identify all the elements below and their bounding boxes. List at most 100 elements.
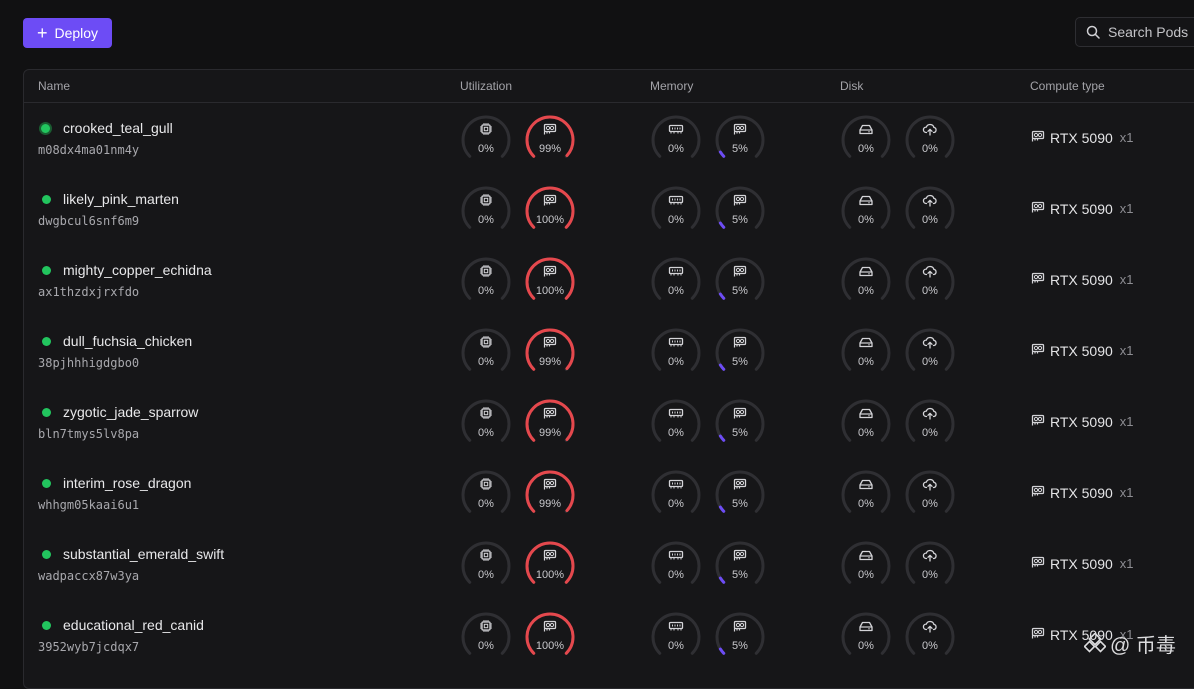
pod-name[interactable]: dull_fuchsia_chicken xyxy=(63,333,192,349)
ram-usage-gauge[interactable]: 0% xyxy=(650,256,702,308)
deploy-button[interactable]: + Deploy xyxy=(23,18,112,48)
gpu-utilization-gauge[interactable]: 100% xyxy=(524,256,576,308)
gauge-percent: 0% xyxy=(668,143,684,155)
cpu-utilization-gauge[interactable]: 0% xyxy=(460,469,512,521)
container-disk-gauge[interactable]: 0% xyxy=(840,256,892,308)
column-header-name[interactable]: Name xyxy=(38,79,70,93)
table-row[interactable]: likely_pink_marten dwgbcul6snf6m9 0% 100%… xyxy=(24,174,1194,245)
status-indicator xyxy=(42,479,51,488)
status-indicator xyxy=(42,195,51,204)
table-row[interactable]: interim_rose_dragon whhgm05kaai6u1 0% 99%… xyxy=(24,458,1194,529)
table-row[interactable]: mighty_copper_echidna ax1thzdxjrxfdo 0% 1… xyxy=(24,245,1194,316)
cloud-upload-icon xyxy=(922,264,938,278)
memory-stick-icon xyxy=(668,264,684,278)
vram-usage-gauge[interactable]: 5% xyxy=(714,398,766,450)
cpu-utilization-gauge[interactable]: 0% xyxy=(460,611,512,663)
container-disk-gauge[interactable]: 0% xyxy=(840,611,892,663)
gpu-utilization-gauge[interactable]: 100% xyxy=(524,185,576,237)
ram-usage-gauge[interactable]: 0% xyxy=(650,469,702,521)
ram-usage-gauge[interactable]: 0% xyxy=(650,185,702,237)
gauge-percent: 0% xyxy=(668,285,684,297)
pod-name[interactable]: mighty_copper_echidna xyxy=(63,262,212,278)
ram-usage-gauge[interactable]: 0% xyxy=(650,611,702,663)
cpu-utilization-gauge[interactable]: 0% xyxy=(460,114,512,166)
vram-usage-gauge[interactable]: 5% xyxy=(714,327,766,379)
cpu-chip-icon xyxy=(478,619,494,633)
volume-disk-gauge[interactable]: 0% xyxy=(904,469,956,521)
ram-usage-gauge[interactable]: 0% xyxy=(650,327,702,379)
volume-disk-gauge[interactable]: 0% xyxy=(904,114,956,166)
cpu-utilization-gauge[interactable]: 0% xyxy=(460,540,512,592)
vram-usage-gauge[interactable]: 5% xyxy=(714,185,766,237)
table-row[interactable]: substantial_emerald_swift wadpaccx87w3ya … xyxy=(24,529,1194,600)
ram-usage-gauge[interactable]: 0% xyxy=(650,540,702,592)
gpu-card-icon xyxy=(542,122,558,136)
compute-type: RTX 5090 x1 xyxy=(1030,200,1134,217)
cpu-utilization-gauge[interactable]: 0% xyxy=(460,185,512,237)
column-header-disk[interactable]: Disk xyxy=(840,79,863,93)
gpu-model: RTX 5090 xyxy=(1050,129,1113,146)
vram-usage-gauge[interactable]: 5% xyxy=(714,611,766,663)
pods-table: Name Utilization Memory Disk Compute typ… xyxy=(23,69,1194,689)
gauge-percent: 5% xyxy=(732,640,748,652)
pod-name[interactable]: crooked_teal_gull xyxy=(63,120,173,136)
gpu-utilization-gauge[interactable]: 100% xyxy=(524,611,576,663)
volume-disk-gauge[interactable]: 0% xyxy=(904,256,956,308)
cpu-utilization-gauge[interactable]: 0% xyxy=(460,398,512,450)
gauge-percent: 0% xyxy=(858,640,874,652)
gpu-card-icon xyxy=(1030,342,1046,359)
table-row[interactable]: educational_red_canid 3952wyb7jcdqx7 0% 1… xyxy=(24,600,1194,671)
gauge-percent: 0% xyxy=(922,214,938,226)
pod-name[interactable]: likely_pink_marten xyxy=(63,191,179,207)
gauge-percent: 0% xyxy=(478,569,494,581)
cpu-utilization-gauge[interactable]: 0% xyxy=(460,256,512,308)
pod-name[interactable]: substantial_emerald_swift xyxy=(63,546,224,562)
column-header-memory[interactable]: Memory xyxy=(650,79,693,93)
table-row[interactable]: crooked_teal_gull m08dx4ma01nm4y 0% 99% 0… xyxy=(24,103,1194,174)
volume-disk-gauge[interactable]: 0% xyxy=(904,540,956,592)
ram-usage-gauge[interactable]: 0% xyxy=(650,114,702,166)
pod-name[interactable]: educational_red_canid xyxy=(63,617,204,633)
column-header-utilization[interactable]: Utilization xyxy=(460,79,512,93)
compute-type: RTX 5090 x1 xyxy=(1030,555,1134,572)
cpu-utilization-gauge[interactable]: 0% xyxy=(460,327,512,379)
gpu-utilization-gauge[interactable]: 99% xyxy=(524,398,576,450)
search-input[interactable] xyxy=(1108,24,1194,40)
volume-disk-gauge[interactable]: 0% xyxy=(904,398,956,450)
container-disk-gauge[interactable]: 0% xyxy=(840,469,892,521)
gauge-percent: 5% xyxy=(732,356,748,368)
gauge-percent: 0% xyxy=(858,498,874,510)
column-header-compute-type[interactable]: Compute type xyxy=(1030,79,1105,93)
vram-usage-gauge[interactable]: 5% xyxy=(714,114,766,166)
pod-name[interactable]: interim_rose_dragon xyxy=(63,475,191,491)
pod-id: dwgbcul6snf6m9 xyxy=(38,214,140,228)
container-disk-gauge[interactable]: 0% xyxy=(840,540,892,592)
pod-id: 3952wyb7jcdqx7 xyxy=(38,640,140,654)
vram-usage-gauge[interactable]: 5% xyxy=(714,256,766,308)
container-disk-gauge[interactable]: 0% xyxy=(840,398,892,450)
vram-usage-gauge[interactable]: 5% xyxy=(714,469,766,521)
memory-stick-icon xyxy=(668,406,684,420)
gpu-utilization-gauge[interactable]: 99% xyxy=(524,114,576,166)
container-disk-gauge[interactable]: 0% xyxy=(840,185,892,237)
gauge-percent: 0% xyxy=(858,356,874,368)
gpu-card-icon xyxy=(732,477,748,491)
ram-usage-gauge[interactable]: 0% xyxy=(650,398,702,450)
gpu-utilization-gauge[interactable]: 100% xyxy=(524,540,576,592)
container-disk-gauge[interactable]: 0% xyxy=(840,114,892,166)
volume-disk-gauge[interactable]: 0% xyxy=(904,327,956,379)
cloud-upload-icon xyxy=(922,406,938,420)
gpu-utilization-gauge[interactable]: 99% xyxy=(524,469,576,521)
table-row[interactable]: dull_fuchsia_chicken 38pjhhhigdgbo0 0% 99… xyxy=(24,316,1194,387)
volume-disk-gauge[interactable]: 0% xyxy=(904,611,956,663)
search-box[interactable] xyxy=(1075,17,1194,47)
status-indicator xyxy=(42,408,51,417)
table-row[interactable]: zygotic_jade_sparrow bln7tmys5lv8pa 0% 99… xyxy=(24,387,1194,458)
gpu-utilization-gauge[interactable]: 99% xyxy=(524,327,576,379)
vram-usage-gauge[interactable]: 5% xyxy=(714,540,766,592)
gpu-card-icon xyxy=(1030,413,1046,430)
pod-name[interactable]: zygotic_jade_sparrow xyxy=(63,404,198,420)
gauge-percent: 100% xyxy=(535,214,565,226)
volume-disk-gauge[interactable]: 0% xyxy=(904,185,956,237)
container-disk-gauge[interactable]: 0% xyxy=(840,327,892,379)
